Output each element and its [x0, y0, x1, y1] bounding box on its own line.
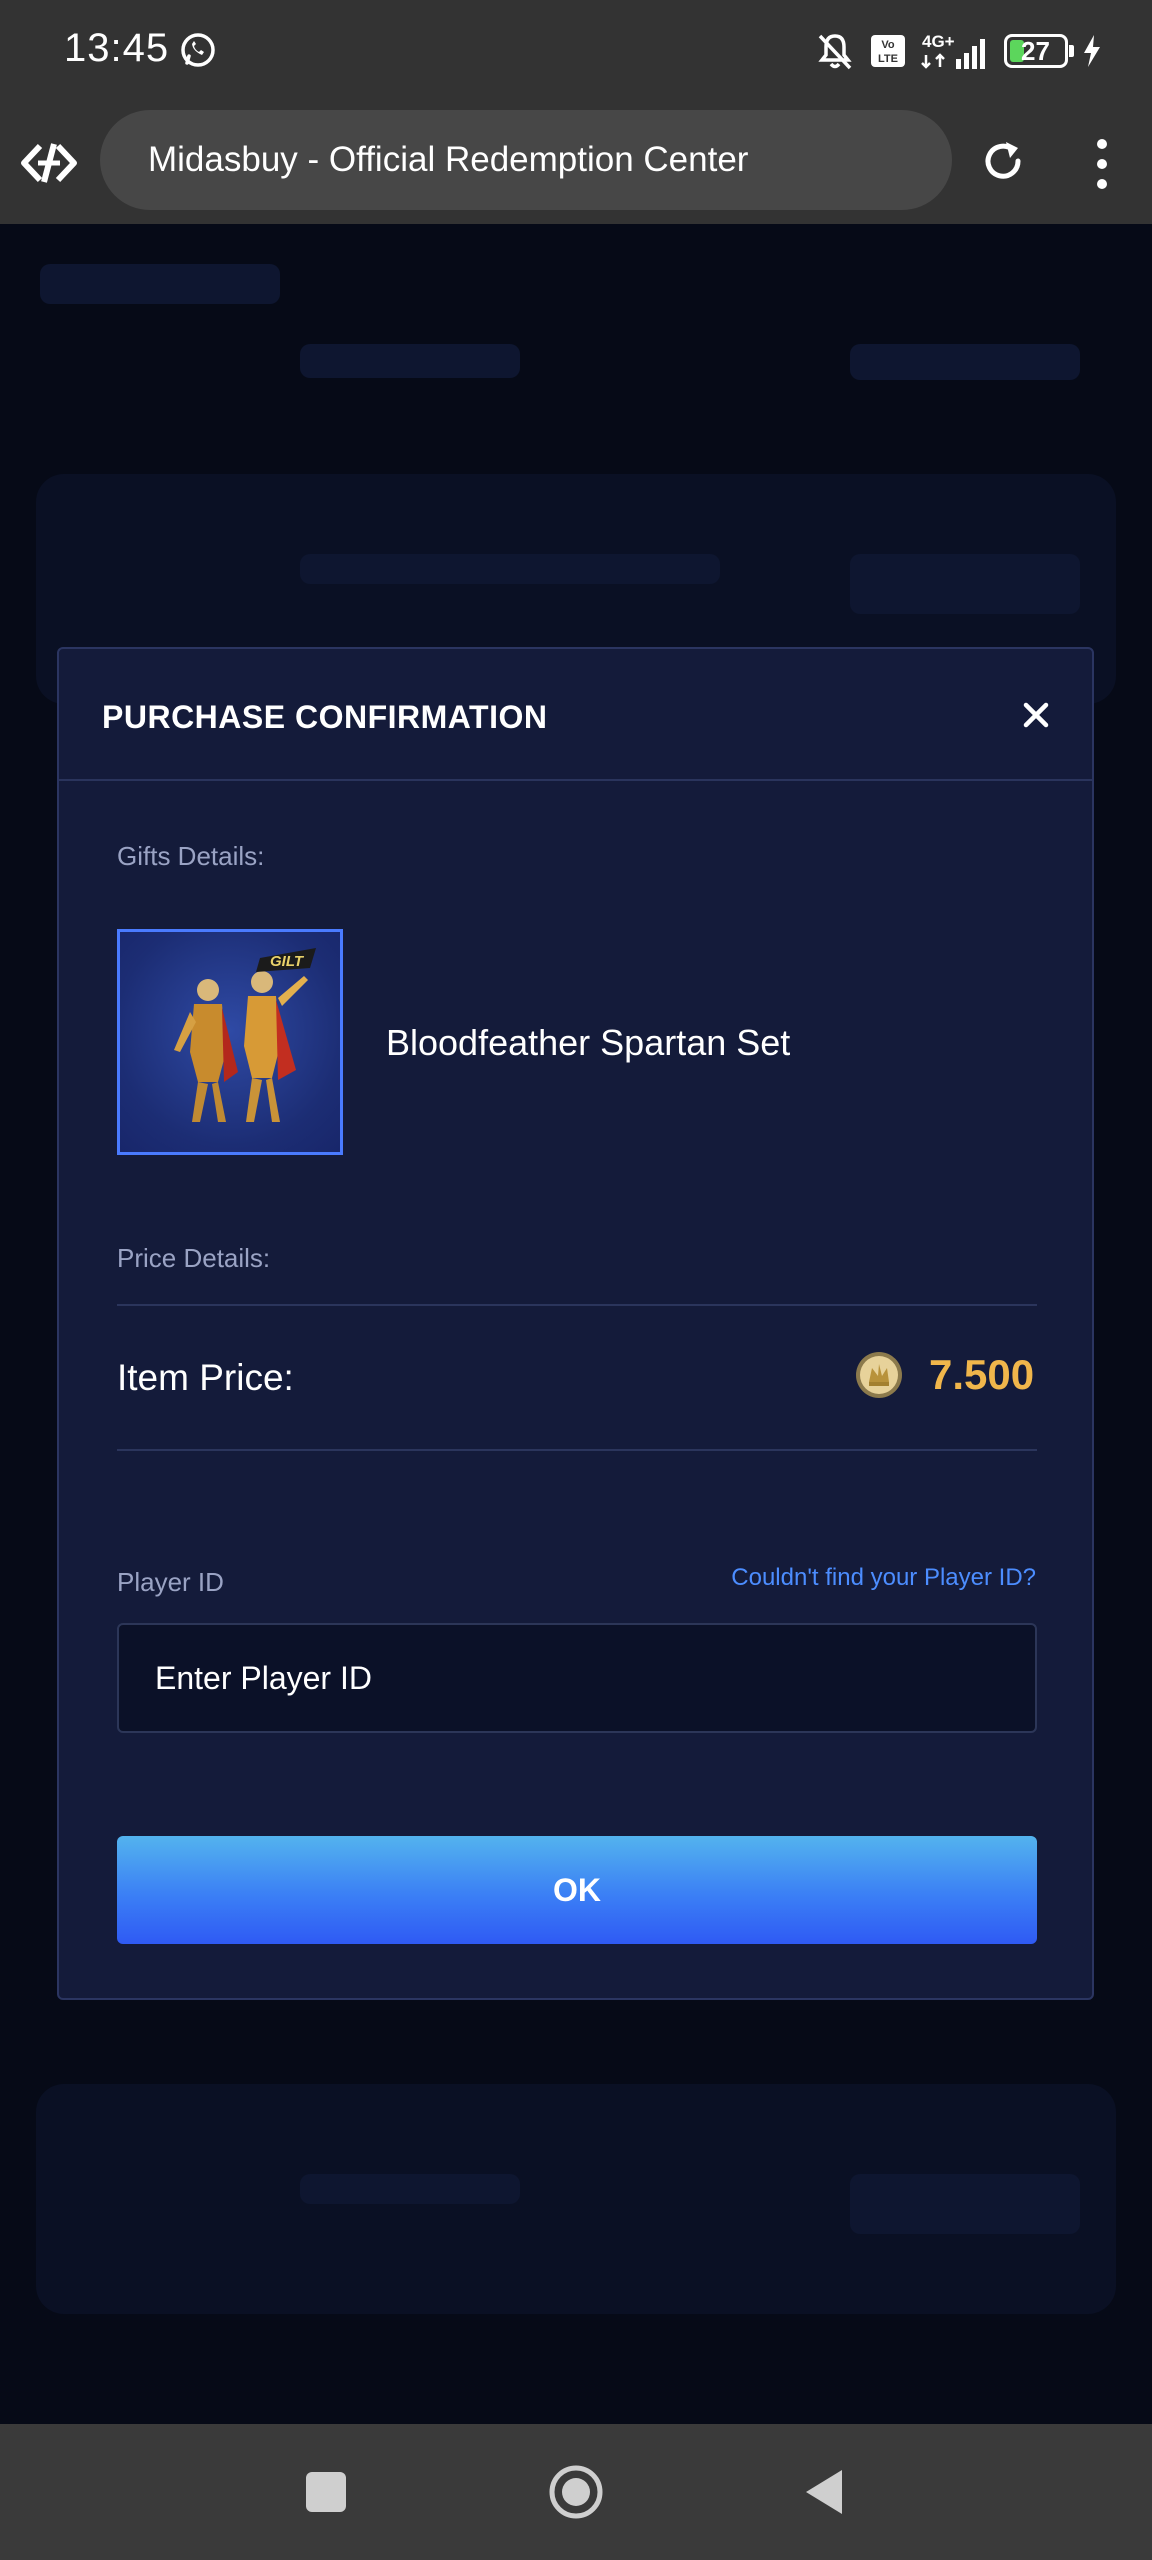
svg-text:Vo: Vo — [881, 39, 895, 51]
uc-coin-icon — [856, 1352, 902, 1398]
price-details-label: Price Details: — [117, 1243, 271, 1273]
reload-icon[interactable] — [978, 136, 1028, 186]
system-navigation-bar — [0, 2424, 1152, 2560]
page-title: Midasbuy - Official Redemption Center — [148, 140, 749, 179]
close-icon[interactable] — [1020, 699, 1052, 731]
gift-image: GILT — [117, 929, 343, 1155]
gifts-details-label: Gifts Details: — [117, 841, 265, 871]
divider-top — [117, 1304, 1037, 1306]
status-bar: 13:45 Vo LTE 4G+ 27 — [0, 0, 1152, 102]
recents-icon[interactable] — [298, 2464, 354, 2520]
browser-toolbar: Midasbuy - Official Redemption Center — [0, 102, 1152, 224]
signal-icon: 4G+ — [921, 32, 985, 69]
divider-bottom — [117, 1449, 1037, 1451]
status-icons: Vo LTE 4G+ 27 — [814, 28, 1102, 74]
dialog-header: PURCHASE CONFIRMATION — [59, 649, 1092, 781]
back-icon[interactable] — [798, 2464, 854, 2520]
ok-button[interactable]: OK — [117, 1836, 1037, 1944]
svg-text:4G+: 4G+ — [922, 32, 955, 51]
player-id-label: Player ID — [117, 1567, 224, 1597]
home-icon[interactable] — [548, 2464, 604, 2520]
item-price-label: Item Price: — [117, 1357, 294, 1398]
more-vert-icon[interactable] — [1090, 134, 1114, 194]
find-player-id-link[interactable]: Couldn't find your Player ID? — [731, 1564, 1036, 1592]
purchase-confirmation-dialog: PURCHASE CONFIRMATION Gifts Details: GIL… — [57, 647, 1094, 2000]
whatsapp-icon — [181, 33, 215, 67]
gift-name: Bloodfeather Spartan Set — [386, 1022, 791, 1063]
dialog-title: PURCHASE CONFIRMATION — [102, 699, 548, 735]
status-time: 13:45 — [64, 26, 170, 70]
mute-bell-icon — [818, 34, 852, 70]
charging-icon — [1084, 35, 1100, 67]
address-bar[interactable]: Midasbuy - Official Redemption Center — [100, 110, 952, 210]
battery-icon: 27 — [1004, 34, 1074, 68]
spartan-set-figure: GILT — [174, 948, 316, 1122]
svg-text:GILT: GILT — [270, 953, 305, 970]
item-price-value: 7.500 — [929, 1351, 1035, 1398]
volte-icon: Vo LTE — [871, 35, 905, 67]
svg-text:LTE: LTE — [878, 53, 898, 65]
player-id-input[interactable] — [117, 1623, 1037, 1733]
browser-logo-icon[interactable] — [20, 134, 78, 192]
